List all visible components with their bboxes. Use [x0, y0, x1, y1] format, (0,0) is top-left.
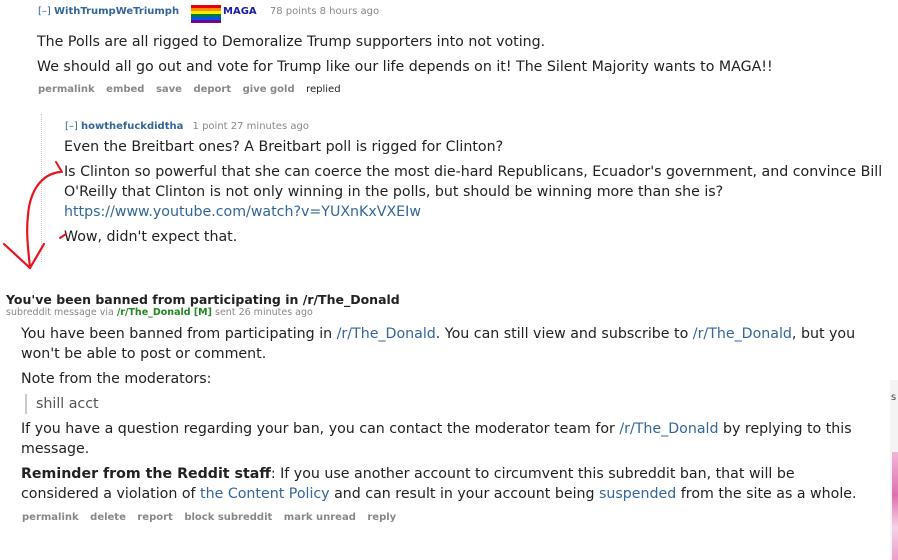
- moderator-note-label: Note from the moderators:: [21, 371, 212, 387]
- report-button[interactable]: report: [137, 512, 172, 523]
- rainbow-flag-flair-icon: [191, 5, 221, 23]
- comment-author[interactable]: howthefuckdidtha: [81, 121, 183, 132]
- parent-comment-line-1: The Polls are all rigged to Demoralize T…: [37, 34, 546, 50]
- message-subject[interactable]: You've been banned from participating in…: [6, 292, 400, 307]
- permalink-button[interactable]: permalink: [38, 84, 95, 95]
- sidebar-edge-image: [892, 452, 898, 560]
- sidebar-edge-text: s: [891, 392, 897, 403]
- comment-score: 78 points: [269, 6, 317, 17]
- subreddit-link[interactable]: /r/The_Donald: [337, 326, 436, 342]
- reddit-reminder-line-2: considered a violation of the Content Po…: [21, 486, 857, 502]
- comment-time: 27 minutes ago: [230, 121, 309, 132]
- child-comment-line-3: Wow, didn't expect that.: [64, 229, 238, 245]
- parent-comment-meta: MAGA 78 points 8 hours ago: [223, 6, 379, 17]
- message-buttons: permalink delete report block subreddit …: [22, 512, 404, 523]
- subreddit-link[interactable]: /r/The_Donald [M]: [117, 307, 212, 318]
- reddit-reminder: Reminder from the Reddit staff: If you u…: [21, 466, 795, 482]
- sidebar-edge: s: [890, 380, 898, 560]
- comment-author[interactable]: WithTrumpWeTriumph: [54, 6, 179, 17]
- reply-button[interactable]: reply: [367, 512, 396, 523]
- parent-comment-tagline: [–] WithTrumpWeTriumph: [38, 6, 179, 17]
- child-comment-line-2b: O'Reilly that Clinton is not only winnin…: [64, 184, 724, 200]
- ban-paragraph-1-line-2: won't be able to post or comment.: [21, 346, 267, 362]
- message-source-label: subreddit message via: [6, 307, 114, 318]
- youtube-link[interactable]: https://www.youtube.com/watch?v=YUXnKxVX…: [64, 202, 421, 222]
- collapse-toggle[interactable]: [–]: [65, 121, 78, 132]
- permalink-button[interactable]: permalink: [22, 512, 79, 523]
- moderator-note-quote: shill acct: [25, 394, 99, 414]
- content-policy-link[interactable]: the Content Policy: [200, 486, 330, 502]
- child-comment-tagline: [–] howthefuckdidtha 1 point 27 minutes …: [65, 121, 309, 132]
- give-gold-button[interactable]: give gold: [243, 84, 295, 95]
- subreddit-link[interactable]: /r/The_Donald: [693, 326, 792, 342]
- ban-paragraph-1: You have been banned from participating …: [21, 326, 856, 342]
- delete-button[interactable]: delete: [90, 512, 126, 523]
- ban-paragraph-3-line-2: message.: [21, 441, 90, 457]
- embed-button[interactable]: embed: [106, 84, 144, 95]
- reminder-label: Reminder from the Reddit staff: [21, 466, 271, 482]
- parent-comment-line-2: We should all go out and vote for Trump …: [37, 59, 773, 75]
- deport-button[interactable]: deport: [193, 84, 231, 95]
- save-button[interactable]: save: [156, 84, 182, 95]
- block-subreddit-button[interactable]: block subreddit: [184, 512, 272, 523]
- user-flair: MAGA: [223, 6, 257, 17]
- comment-score: 1 point: [192, 121, 228, 132]
- red-arrow-annotation-icon: [2, 161, 67, 270]
- child-comment-line-1: Even the Breitbart ones? A Breitbart pol…: [64, 139, 504, 155]
- comment-time: 8 hours ago: [319, 6, 380, 17]
- child-comment-line-2a: Is Clinton so powerful that she can coer…: [64, 164, 883, 180]
- suspended-link[interactable]: suspended: [599, 486, 676, 502]
- parent-comment-buttons: permalink embed save deport give gold re…: [38, 84, 349, 95]
- ban-paragraph-3: If you have a question regarding your ba…: [21, 421, 852, 437]
- message-time: sent 26 minutes ago: [215, 307, 313, 318]
- replied-indicator: replied: [306, 84, 341, 95]
- message-tagline: subreddit message via /r/The_Donald [M] …: [6, 307, 313, 318]
- collapse-toggle[interactable]: [–]: [38, 6, 51, 17]
- mark-unread-button[interactable]: mark unread: [284, 512, 356, 523]
- subreddit-link[interactable]: /r/The_Donald: [619, 421, 718, 437]
